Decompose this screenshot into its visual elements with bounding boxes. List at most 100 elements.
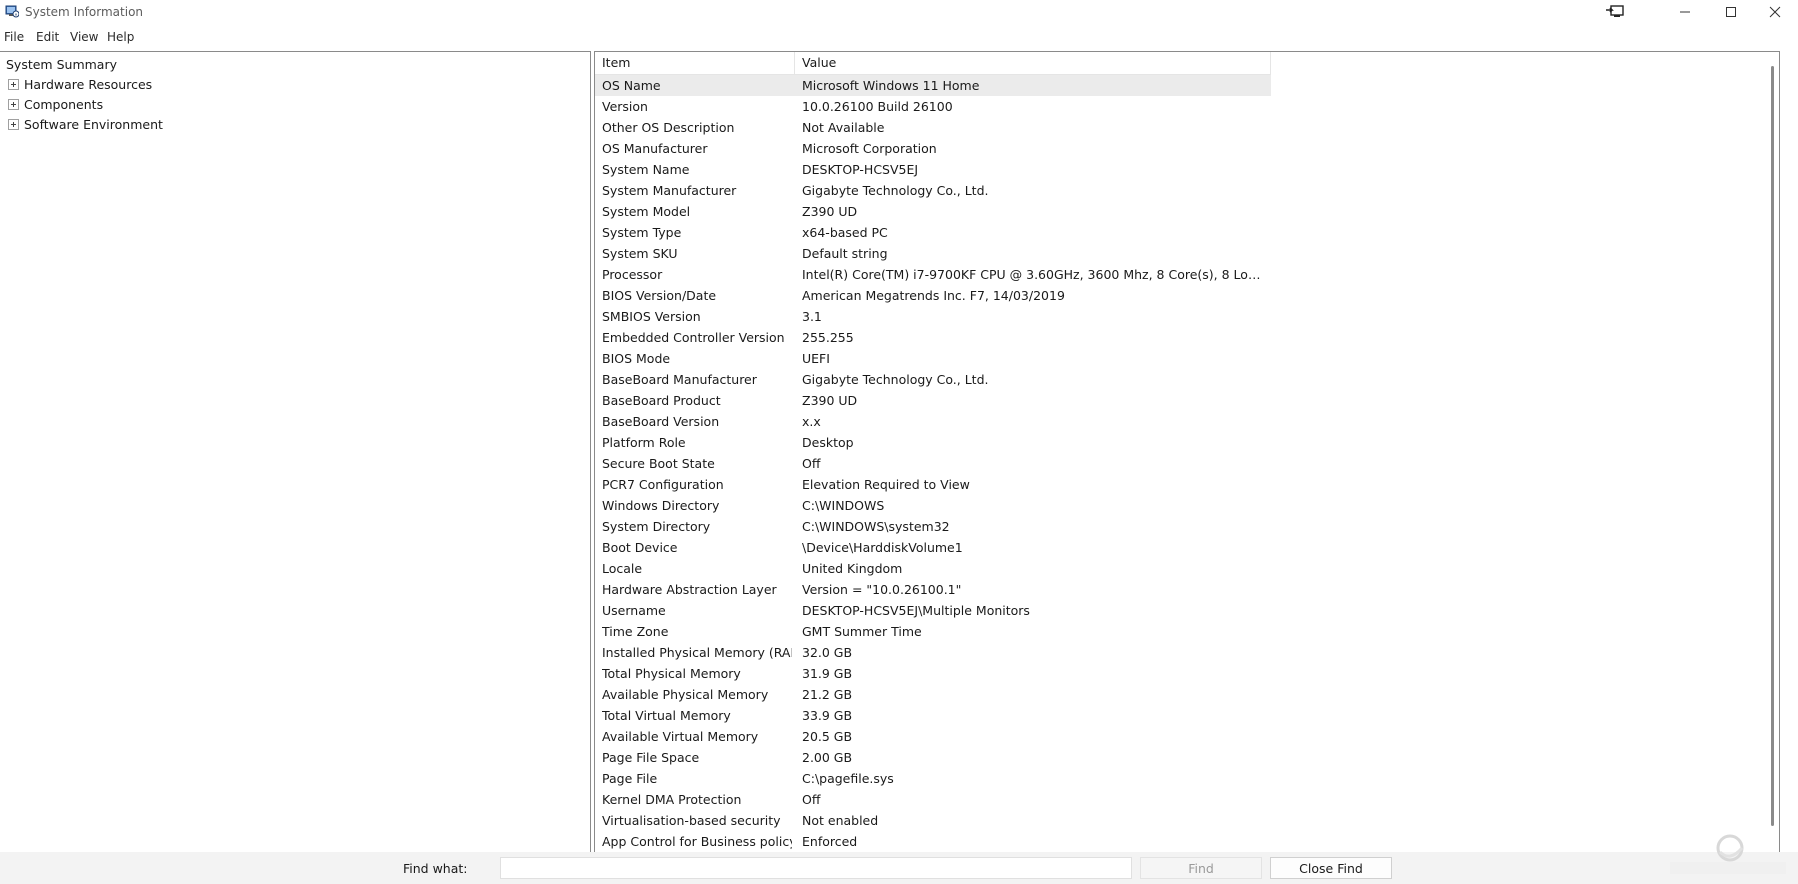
row-item-cell: Time Zone — [602, 624, 669, 639]
row-value-cell: Microsoft Windows 11 Home — [802, 78, 980, 93]
row-value-cell: Z390 UD — [802, 204, 858, 219]
table-row[interactable]: Page File Space 2.00 GB — [595, 747, 1271, 768]
table-row[interactable]: OS Manufacturer Microsoft Corporation — [595, 138, 1271, 159]
table-row[interactable]: Embedded Controller Version 255.255 — [595, 327, 1271, 348]
table-row[interactable]: PCR7 Configuration Elevation Required to … — [595, 474, 1271, 495]
close-icon — [1769, 6, 1781, 18]
table-row[interactable]: OS Name Microsoft Windows 11 Home — [595, 75, 1271, 96]
table-row[interactable]: Platform Role Desktop — [595, 432, 1271, 453]
vertical-scrollbar[interactable] — [1765, 52, 1779, 852]
table-row[interactable]: Kernel DMA Protection Off — [595, 789, 1271, 810]
table-row[interactable]: Processor Intel(R) Core(TM) i7-9700KF CPU… — [595, 264, 1271, 285]
table-row[interactable]: Time Zone GMT Summer Time — [595, 621, 1271, 642]
list-header: Item Value — [595, 52, 1271, 75]
row-item-cell: Locale — [602, 561, 643, 576]
row-item-cell: PCR7 Configuration — [602, 477, 724, 492]
table-row[interactable]: System Type x64-based PC — [595, 222, 1271, 243]
row-item-cell: Embedded Controller Version — [602, 330, 785, 345]
row-value-cell: American Megatrends Inc. F7, 14/03/2019 — [802, 288, 1065, 303]
table-row[interactable]: System Name DESKTOP-HCSV5EJ — [595, 159, 1271, 180]
menu-edit[interactable]: Edit — [36, 30, 59, 44]
table-row[interactable]: Hardware Abstraction Layer Version = "10.… — [595, 579, 1271, 600]
row-value-cell: C:\WINDOWS\system32 — [802, 519, 950, 534]
table-row[interactable]: Other OS Description Not Available — [595, 117, 1271, 138]
row-item-cell: Total Physical Memory — [602, 666, 741, 681]
row-value-cell: Desktop — [802, 435, 854, 450]
row-item-cell: Kernel DMA Protection — [602, 792, 742, 807]
close-button[interactable] — [1752, 0, 1798, 24]
row-value-cell: 21.2 GB — [802, 687, 853, 702]
row-value-cell: 31.9 GB — [802, 666, 853, 681]
table-row[interactable]: Installed Physical Memory (RAM) 32.0 GB — [595, 642, 1271, 663]
table-row[interactable]: BIOS Version/Date American Megatrends Inc… — [595, 285, 1271, 306]
table-row[interactable]: Total Virtual Memory 33.9 GB — [595, 705, 1271, 726]
table-row[interactable]: Version 10.0.26100 Build 26100 — [595, 96, 1271, 117]
row-value-cell: Enforced — [802, 834, 858, 849]
details-list: Item Value OS Name Microsoft Windows 11 H… — [594, 51, 1780, 853]
tree-item-hardware-resources[interactable]: Hardware Resources — [8, 75, 152, 93]
table-row[interactable]: System SKU Default string — [595, 243, 1271, 264]
expand-icon[interactable] — [8, 78, 19, 90]
menu-view[interactable]: View — [70, 30, 98, 44]
row-value-cell: x64-based PC — [802, 225, 888, 240]
row-value-cell: 10.0.26100 Build 26100 — [802, 99, 953, 114]
row-item-cell: Secure Boot State — [602, 456, 715, 471]
row-item-cell: BIOS Version/Date — [602, 288, 717, 303]
row-value-cell: 20.5 GB — [802, 729, 853, 744]
scrollbar-thumb[interactable] — [1771, 66, 1774, 826]
menu-file[interactable]: File — [4, 30, 24, 44]
table-row[interactable]: Username DESKTOP-HCSV5EJ\Multiple Monitor… — [595, 600, 1271, 621]
table-row[interactable]: BaseBoard Version x.x — [595, 411, 1271, 432]
system-information-icon — [5, 5, 19, 18]
table-row[interactable]: System Directory C:\WINDOWS\system32 — [595, 516, 1271, 537]
row-item-cell: Platform Role — [602, 435, 686, 450]
row-value-cell: \Device\HarddiskVolume1 — [802, 540, 963, 555]
expand-icon[interactable] — [8, 118, 19, 130]
row-value-cell: Intel(R) Core(TM) i7-9700KF CPU @ 3.60GH… — [802, 267, 1268, 282]
column-header-item[interactable]: Item — [595, 52, 795, 74]
row-value-cell: Off — [802, 456, 821, 471]
menu-help[interactable]: Help — [107, 30, 134, 44]
row-value-cell: Gigabyte Technology Co., Ltd. — [802, 372, 989, 387]
table-row[interactable]: System Manufacturer Gigabyte Technology C… — [595, 180, 1271, 201]
table-row[interactable]: System Model Z390 UD — [595, 201, 1271, 222]
cast-icon[interactable] — [1605, 4, 1625, 18]
close-find-button[interactable]: Close Find — [1270, 857, 1392, 879]
row-value-cell: Default string — [802, 246, 888, 261]
find-what-input[interactable] — [500, 857, 1132, 879]
table-row[interactable]: Boot Device \Device\HarddiskVolume1 — [595, 537, 1271, 558]
minimize-button[interactable] — [1662, 0, 1708, 24]
table-row[interactable]: BIOS Mode UEFI — [595, 348, 1271, 369]
row-value-cell: 33.9 GB — [802, 708, 853, 723]
row-item-cell: App Control for Business policy — [602, 834, 792, 849]
row-value-cell: Z390 UD — [802, 393, 858, 408]
tree-item-system-summary[interactable]: System Summary — [6, 55, 117, 73]
table-row[interactable]: App Control for Business policy Enforced — [595, 831, 1271, 852]
table-row[interactable]: Virtualisation-based security Not enabled — [595, 810, 1271, 831]
table-row[interactable]: Available Virtual Memory 20.5 GB — [595, 726, 1271, 747]
table-row[interactable]: BaseBoard Product Z390 UD — [595, 390, 1271, 411]
table-row[interactable]: Total Physical Memory 31.9 GB — [595, 663, 1271, 684]
tree-item-software-environment[interactable]: Software Environment — [8, 115, 163, 133]
row-value-cell: UEFI — [802, 351, 830, 366]
tree-item-label: Software Environment — [24, 116, 163, 132]
maximize-button[interactable] — [1708, 0, 1754, 24]
menu-bar: File Edit View Help — [0, 24, 1798, 48]
table-row[interactable]: Windows Directory C:\WINDOWS — [595, 495, 1271, 516]
table-row[interactable]: Page File C:\pagefile.sys — [595, 768, 1271, 789]
table-row[interactable]: Available Physical Memory 21.2 GB — [595, 684, 1271, 705]
find-button[interactable]: Find — [1140, 857, 1262, 879]
row-item-cell: OS Manufacturer — [602, 141, 708, 156]
expand-icon[interactable] — [8, 98, 19, 110]
row-item-cell: Installed Physical Memory (RAM) — [602, 645, 792, 660]
row-value-cell: United Kingdom — [802, 561, 903, 576]
row-value-cell: C:\pagefile.sys — [802, 771, 894, 786]
table-row[interactable]: Locale United Kingdom — [595, 558, 1271, 579]
table-row[interactable]: Secure Boot State Off — [595, 453, 1271, 474]
tree-item-label: Components — [24, 96, 104, 112]
column-header-value[interactable]: Value — [795, 52, 1271, 74]
tree-item-components[interactable]: Components — [8, 95, 103, 113]
row-item-cell: Available Virtual Memory — [602, 729, 759, 744]
table-row[interactable]: BaseBoard Manufacturer Gigabyte Technolog… — [595, 369, 1271, 390]
table-row[interactable]: SMBIOS Version 3.1 — [595, 306, 1271, 327]
